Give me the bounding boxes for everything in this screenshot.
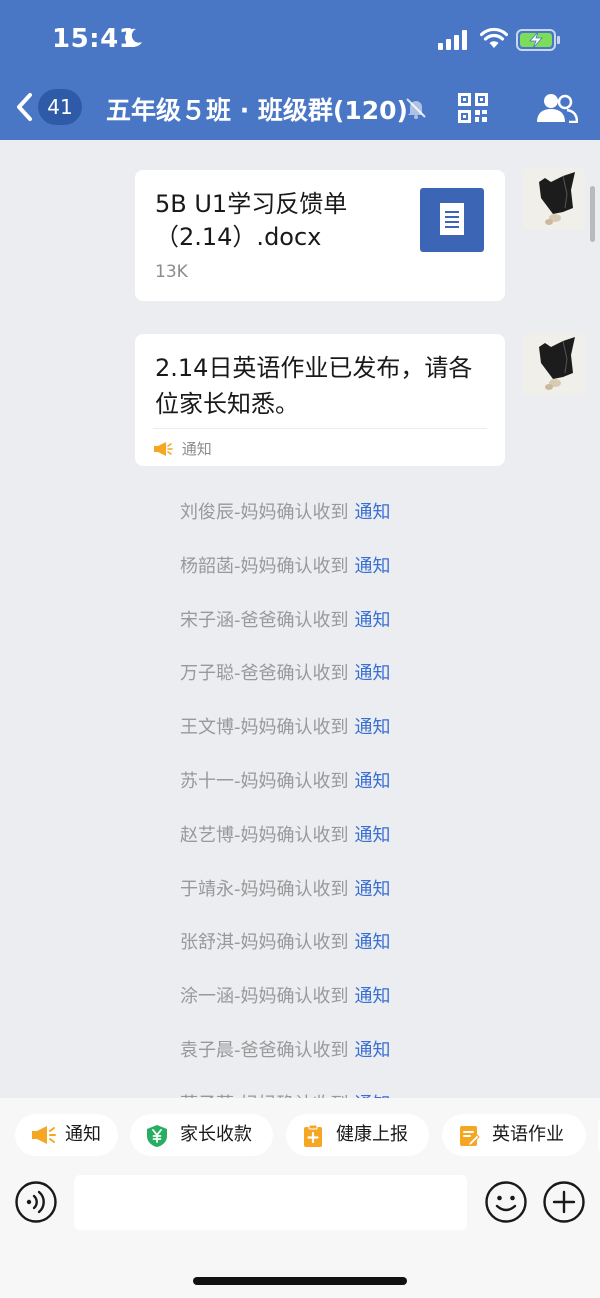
divider bbox=[153, 428, 487, 429]
quick-action-label: 健康上报 bbox=[336, 1124, 408, 1145]
confirmation-item: 张舒淇-妈妈确认收到 通知 bbox=[180, 928, 391, 954]
megaphone-icon bbox=[154, 441, 173, 456]
notice-message-bubble[interactable]: 2.14日英语作业已发布，请各位家长知悉。 通知 bbox=[135, 334, 505, 466]
confirmation-text: 袁子晨-爸爸确认收到 bbox=[180, 1040, 349, 1061]
message-input[interactable] bbox=[74, 1175, 467, 1230]
notice-link[interactable]: 通知 bbox=[355, 986, 391, 1007]
confirmation-item: 苏十一-妈妈确认收到 通知 bbox=[180, 767, 391, 793]
confirmation-text: 涂一涵-妈妈确认收到 bbox=[180, 986, 349, 1008]
avatar-image bbox=[523, 333, 585, 395]
confirmation-item: 涂一涵-妈妈确认收到 通知 bbox=[180, 982, 391, 1008]
quick-action-english-homework[interactable]: 英语作业 bbox=[442, 1114, 586, 1156]
notice-link[interactable]: 通知 bbox=[355, 879, 391, 900]
confirmation-item: 王文博-妈妈确认收到 通知 bbox=[180, 713, 391, 739]
notice-link[interactable]: 通知 bbox=[355, 717, 391, 738]
megaphone-icon bbox=[32, 1126, 56, 1144]
emoji-icon[interactable] bbox=[484, 1180, 528, 1224]
notice-link[interactable]: 通知 bbox=[355, 502, 391, 523]
chat-title[interactable]: 五年级５班 · 班级群(120) bbox=[106, 91, 408, 127]
confirmation-item: 万子聪-爸爸确认收到 通知 bbox=[180, 659, 391, 685]
confirmation-list: 刘俊辰-妈妈确认收到 通知 杨韶菡-妈妈确认收到 通知 宋子涵-爸爸确认收到 通知 万子聪-… bbox=[0, 495, 600, 1098]
battery-charging-icon bbox=[516, 29, 560, 51]
notice-link[interactable]: 通知 bbox=[355, 932, 391, 953]
confirmation-item: 赵艺博-妈妈确认收到 通知 bbox=[180, 821, 391, 847]
notice-tag-label: 通知 bbox=[181, 440, 212, 458]
confirmation-item: 葉子菡-妈妈确认收到通知 bbox=[180, 1090, 391, 1098]
quick-action-health-report[interactable]: 健康上报 bbox=[286, 1114, 429, 1156]
unread-count-badge[interactable]: 41 bbox=[38, 89, 82, 125]
confirmation-text: 王文博-妈妈确认收到 bbox=[180, 717, 349, 739]
file-name: 5B U1学习反馈单（2.14）.docx bbox=[155, 190, 348, 251]
word-document-icon bbox=[420, 188, 484, 252]
qr-code-icon[interactable] bbox=[458, 93, 488, 123]
confirmation-text: 杨韶菡-妈妈确认收到 bbox=[180, 555, 349, 577]
chat-header: 15:41 41 五年级５班 · 班级群(120) bbox=[0, 0, 600, 140]
sender-avatar[interactable] bbox=[523, 168, 585, 230]
quick-action-label: 英语作业 bbox=[492, 1124, 564, 1145]
quick-action-label: 通知 bbox=[65, 1124, 101, 1145]
quick-action-label: 家长收款 bbox=[180, 1124, 252, 1145]
quick-action-notice[interactable]: 通知 bbox=[15, 1114, 118, 1156]
confirmation-text: 苏十一-妈妈确认收到 bbox=[180, 771, 349, 792]
wifi-icon bbox=[480, 27, 508, 48]
group-members-icon[interactable] bbox=[536, 93, 578, 123]
notice-link[interactable]: 通知 bbox=[355, 1040, 391, 1061]
more-plus-icon[interactable] bbox=[542, 1180, 586, 1224]
clipboard-plus-icon bbox=[304, 1124, 322, 1147]
yen-shield-icon bbox=[147, 1125, 167, 1147]
sender-avatar[interactable] bbox=[523, 333, 585, 395]
avatar-image bbox=[523, 168, 585, 230]
file-size: 13K bbox=[155, 262, 188, 282]
back-arrow-icon[interactable] bbox=[12, 90, 40, 124]
confirmation-text: 宋子涵-爸爸确认收到 bbox=[180, 609, 349, 631]
confirmation-item: 杨韶菡-妈妈确认收到 通知 bbox=[180, 552, 391, 578]
notice-text: 2.14日英语作业已发布，请各位家长知悉。 bbox=[155, 354, 473, 418]
notice-link[interactable]: 通知 bbox=[355, 663, 391, 684]
confirmation-text: 张舒淇-妈妈确认收到 bbox=[180, 932, 349, 954]
confirmation-item: 于靖永-妈妈确认收到 通知 bbox=[180, 875, 391, 901]
notice-link[interactable]: 通知 bbox=[355, 556, 391, 577]
confirmation-text: 刘俊辰-妈妈确认收到 bbox=[180, 502, 349, 523]
scroll-indicator[interactable] bbox=[590, 186, 595, 242]
confirmation-text: 赵艺博-妈妈确认收到 bbox=[180, 824, 349, 846]
homework-icon bbox=[460, 1126, 480, 1146]
file-message-bubble[interactable]: 5B U1学习反馈单（2.14）.docx 13K bbox=[135, 170, 505, 301]
notice-link[interactable]: 通知 bbox=[355, 825, 391, 846]
confirmation-item: 刘俊辰-妈妈确认收到 通知 bbox=[180, 498, 391, 524]
do-not-disturb-moon-icon bbox=[125, 28, 142, 47]
muted-bell-icon bbox=[406, 98, 426, 119]
notice-link[interactable]: 通知 bbox=[355, 610, 391, 631]
home-indicator bbox=[193, 1277, 407, 1285]
confirmation-text: 于靖永-妈妈确认收到 bbox=[180, 878, 349, 900]
cellular-signal-icon bbox=[438, 30, 467, 50]
notice-tag: 通知 bbox=[153, 438, 212, 459]
confirmation-item: 宋子涵-爸爸确认收到 通知 bbox=[180, 606, 391, 632]
voice-input-icon[interactable] bbox=[14, 1180, 58, 1224]
confirmation-item: 袁子晨-爸爸确认收到 通知 bbox=[180, 1036, 391, 1062]
quick-action-parent-payment[interactable]: 家长收款 bbox=[130, 1114, 273, 1156]
confirmation-text: 万子聪-爸爸确认收到 bbox=[180, 663, 349, 685]
notice-link[interactable]: 通知 bbox=[355, 771, 391, 792]
